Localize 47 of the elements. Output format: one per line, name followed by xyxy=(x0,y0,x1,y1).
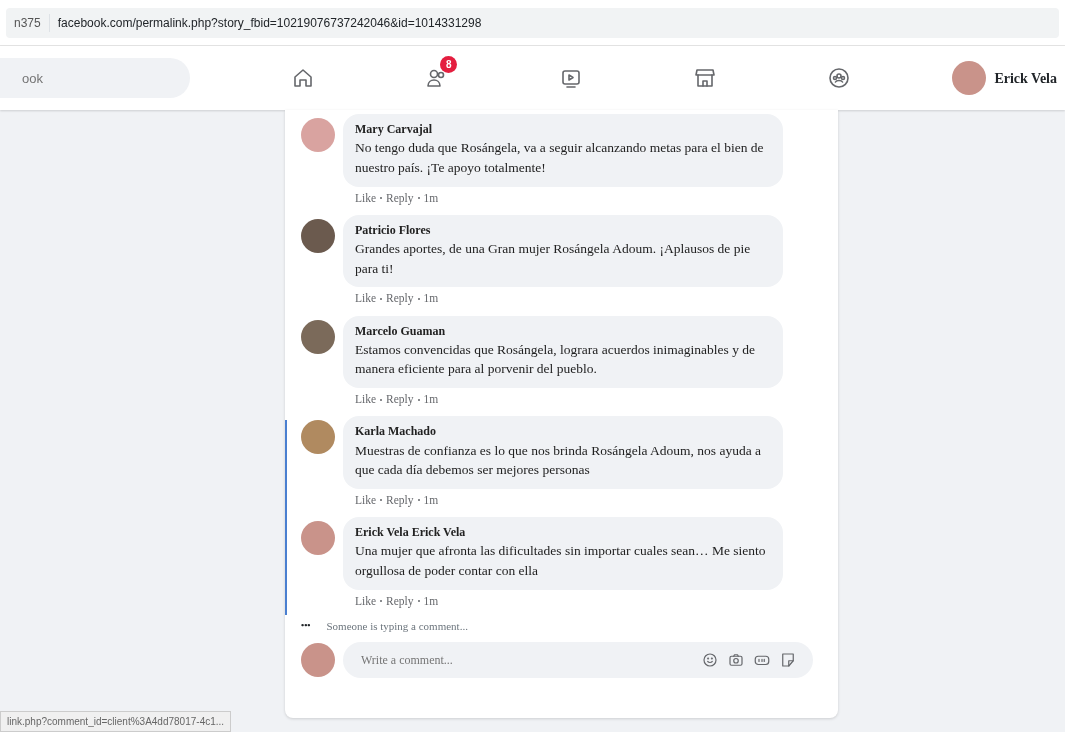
emoji-icon[interactable] xyxy=(701,651,719,670)
comment-text: Una mujer que afronta las dificultades sin importar cuales sean… Me siento orgullosa de poder contar con ella xyxy=(355,542,767,580)
sticker-icon[interactable] xyxy=(779,651,797,670)
store-icon xyxy=(693,66,718,90)
friends-tab[interactable]: 8 xyxy=(382,54,493,102)
comment-time[interactable]: 1m xyxy=(423,189,439,207)
comment-author[interactable]: Patricio Flores xyxy=(355,221,771,240)
comment-input[interactable]: Write a comment... xyxy=(359,650,693,671)
avatar-placeholder xyxy=(301,643,335,678)
search-field[interactable]: ook xyxy=(0,58,190,98)
typing-indicator: Someone is typing a comment... xyxy=(326,618,468,634)
group-icon xyxy=(827,66,852,90)
comment-action-link[interactable]: Like xyxy=(355,290,377,308)
avatar-placeholder xyxy=(301,118,335,152)
comment-time[interactable]: 1m xyxy=(423,592,439,610)
comment-author[interactable]: Mary Carvajal xyxy=(355,121,771,139)
comment-action-link[interactable]: Like xyxy=(355,189,377,207)
comment-action-link[interactable]: Like xyxy=(355,491,377,510)
comment-time[interactable]: 1m xyxy=(423,290,439,308)
notification-badge: 8 xyxy=(440,56,458,73)
comment-action-link[interactable]: Reply xyxy=(386,290,414,308)
comment-time[interactable]: 1m xyxy=(423,491,439,510)
comment-action-link[interactable]: Reply xyxy=(386,592,414,610)
comment-text: No tengo duda que Rosángela, va a seguir alcanzando metas para el bien de nuestro país. ¡Te apoyo totalmente! xyxy=(355,139,765,177)
comment-action-link[interactable]: Like xyxy=(355,592,377,610)
profile-name[interactable]: Erick Vela xyxy=(994,67,1057,89)
status-url: link.php?comment_id=client%3A4dd78017-4c1... xyxy=(0,711,232,732)
avatar-placeholder xyxy=(301,521,335,556)
comment-action-link[interactable]: Reply xyxy=(386,189,414,207)
comment-text: Estamos convencidas que Rosángela, lograra acuerdos inimaginables y de manera eficiente para al porvenir del pueblo. xyxy=(355,340,756,379)
comment-action-link[interactable]: Reply xyxy=(386,491,414,510)
comment-field[interactable]: Write a comment... xyxy=(343,642,813,679)
avatar-placeholder xyxy=(301,420,335,455)
avatar-placeholder xyxy=(952,61,987,95)
comment-text: Muestras de confianza es lo que nos brinda Rosángela Adoum, nos ayuda a que cada día debemos ser mejores personas xyxy=(355,441,763,480)
comment-time[interactable]: 1m xyxy=(423,391,439,409)
comment-author[interactable]: Erick Vela Erick Vela xyxy=(355,524,771,542)
comment-author[interactable]: Karla Machado xyxy=(355,423,771,441)
tab-fragment: n375 xyxy=(14,14,41,32)
address-url[interactable]: facebook.com/permalink.php?story_fbid=10219076737242046&id=1014331298 xyxy=(48,13,482,32)
comment-action-link[interactable]: Like xyxy=(355,391,377,409)
comment-text: Grandes aportes, de una Gran mujer Rosángela Adoum. ¡Aplausos de pie para ti! xyxy=(355,240,752,278)
typing-dots: ••• xyxy=(301,619,311,633)
avatar-placeholder xyxy=(301,218,335,253)
comment-action-link[interactable]: Reply xyxy=(386,391,414,409)
avatar-placeholder xyxy=(301,319,335,354)
comment-author[interactable]: Marcelo Guaman xyxy=(355,322,771,340)
